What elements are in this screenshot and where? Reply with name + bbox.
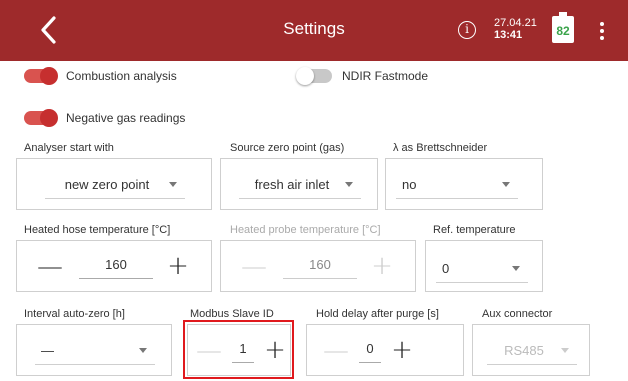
battery-level: 82 — [556, 24, 570, 38]
interval-auto-zero-label: Interval auto-zero [h] — [24, 308, 125, 320]
dropdown-value: RS485 — [504, 343, 544, 358]
dropdown-value: new zero point — [64, 177, 150, 192]
modbus-slave-id-highlight — [183, 320, 294, 379]
decrement-button[interactable]: — — [37, 254, 63, 280]
toggle-switch[interactable] — [24, 67, 58, 85]
aux-connector-dropdown: RS485 — [487, 337, 577, 365]
source-zero-point-dropdown[interactable]: fresh air inlet — [239, 171, 361, 199]
toggle-knob — [40, 67, 58, 85]
interval-auto-zero-dropdown[interactable]: — — [35, 337, 155, 365]
dot-icon — [600, 36, 604, 40]
dropdown-value: fresh air inlet — [254, 177, 330, 192]
lambda-brettschneider-field: no — [385, 158, 543, 210]
toggle-knob — [40, 109, 58, 127]
chevron-down-icon — [502, 182, 510, 187]
source-zero-point-label: Source zero point (gas) — [230, 142, 345, 154]
toggle-ndir-fastmode[interactable]: NDIR Fastmode — [296, 67, 429, 85]
toggle-label: Negative gas readings — [66, 111, 186, 125]
heated-hose-temperature-label: Heated hose temperature [°C] — [24, 224, 171, 236]
chevron-down-icon — [561, 348, 569, 353]
battery-icon: 82 — [552, 12, 574, 43]
heated-probe-temperature-value: 160 — [283, 257, 357, 279]
dropdown-value: 0 — [442, 261, 450, 276]
chevron-down-icon — [169, 182, 177, 187]
lambda-brettschneider-label: λ as Brettschneider — [393, 142, 488, 154]
dot-icon — [600, 22, 604, 26]
lambda-brettschneider-dropdown[interactable]: no — [396, 171, 518, 199]
modbus-slave-id-label: Modbus Slave ID — [190, 308, 274, 320]
info-icon[interactable]: i — [458, 21, 476, 39]
increment-button[interactable]: + — [165, 253, 191, 279]
heated-hose-temperature-field: — 160 + — [16, 240, 212, 292]
ref-temperature-field: 0 — [425, 240, 543, 292]
increment-button: + — [371, 251, 393, 281]
increment-button[interactable]: + — [389, 337, 415, 363]
toggle-switch[interactable] — [296, 67, 332, 85]
dropdown-value: — — [41, 343, 54, 358]
date-text: 27.04.21 — [494, 17, 537, 29]
time-text: 13:41 — [494, 29, 523, 41]
datetime-display: 27.04.21 13:41 — [494, 17, 537, 41]
dropdown-value: no — [402, 177, 417, 192]
heated-probe-temperature-label: Heated probe temperature [°C] — [230, 224, 381, 236]
aux-connector-label: Aux connector — [482, 308, 553, 320]
toggle-negative-gas-readings[interactable]: Negative gas readings — [24, 109, 186, 127]
toggle-combustion-analysis[interactable]: Combustion analysis — [24, 67, 177, 85]
chevron-down-icon — [345, 182, 353, 187]
heated-probe-temperature-field: — 160 + — [220, 240, 416, 292]
hold-delay-field: — 0 + — [306, 324, 464, 376]
app-header: Settings i 27.04.21 13:41 82 — [0, 0, 628, 61]
analyser-start-field: new zero point — [16, 158, 212, 210]
hold-delay-label: Hold delay after purge [s] — [316, 308, 439, 320]
heated-hose-temperature-value[interactable]: 160 — [79, 257, 153, 279]
toggle-knob — [296, 67, 314, 85]
more-menu-button[interactable] — [597, 18, 607, 44]
hold-delay-value[interactable]: 0 — [359, 341, 381, 363]
decrement-button[interactable]: — — [323, 338, 349, 364]
ref-temperature-label: Ref. temperature — [433, 224, 516, 236]
chevron-down-icon — [512, 266, 520, 271]
ref-temperature-dropdown[interactable]: 0 — [436, 255, 528, 283]
decrement-button: — — [241, 252, 267, 282]
toggle-label: NDIR Fastmode — [342, 69, 429, 83]
analyser-start-label: Analyser start with — [24, 142, 114, 154]
toggle-label: Combustion analysis — [66, 69, 177, 83]
chevron-down-icon — [139, 348, 147, 353]
analyser-start-dropdown[interactable]: new zero point — [45, 171, 185, 199]
interval-auto-zero-field: — — [16, 324, 172, 376]
dot-icon — [600, 29, 604, 33]
toggle-switch[interactable] — [24, 109, 58, 127]
source-zero-point-field: fresh air inlet — [220, 158, 378, 210]
aux-connector-field: RS485 — [472, 324, 590, 376]
